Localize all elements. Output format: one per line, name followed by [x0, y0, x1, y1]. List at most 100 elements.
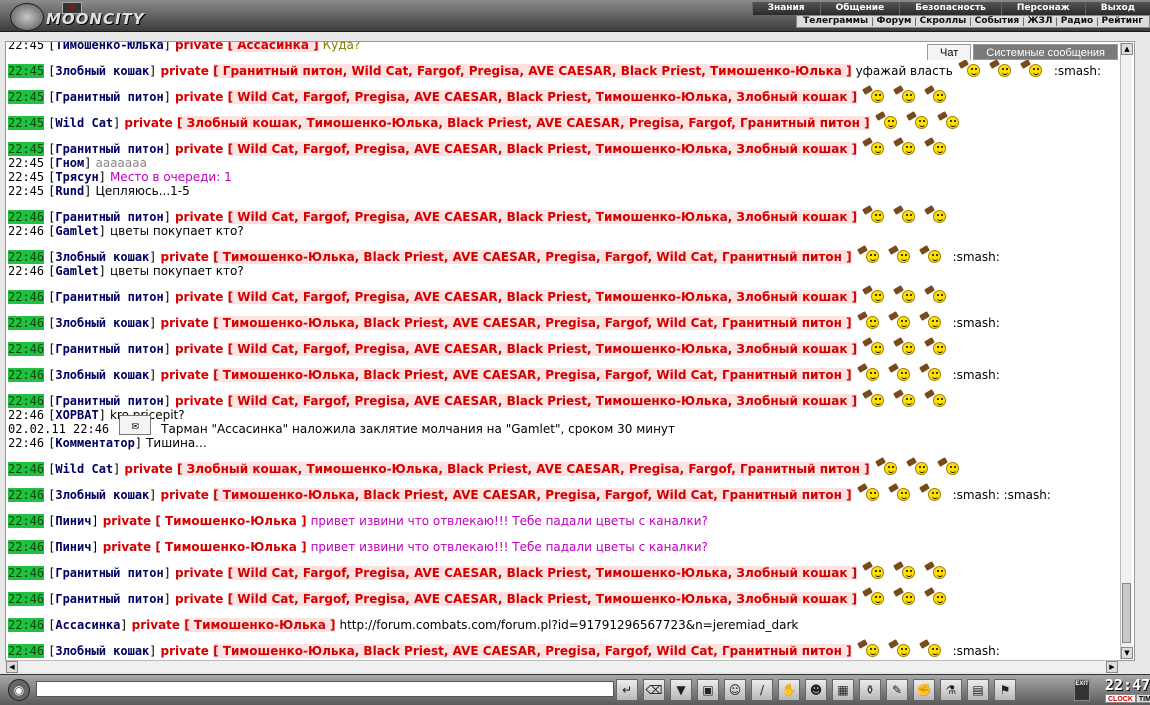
private-recipients[interactable]: private [ Wild Cat, Fargof, Pregisa, AVE… [175, 566, 858, 580]
message-author[interactable]: Гранитный питон [55, 142, 163, 156]
menu-item-4[interactable]: Выход [1084, 2, 1150, 15]
gallery-icon[interactable]: ▦ [832, 679, 854, 701]
message-author[interactable]: Гранитный питон [55, 342, 163, 356]
private-recipients[interactable]: private [ Wild Cat, Fargof, Pregisa, AVE… [175, 142, 858, 156]
submenu-item-6[interactable]: Рейтинг [1102, 16, 1143, 27]
message-timestamp[interactable]: 22:46 [8, 224, 44, 238]
exit-button[interactable]: EXIT [1074, 679, 1090, 701]
private-recipients[interactable]: private [ Тимошенко-Юлька ] [103, 540, 307, 554]
message-timestamp[interactable]: 22:46 [8, 592, 45, 606]
message-author[interactable]: Трясун [55, 170, 98, 184]
private-recipients[interactable]: private [ Тимошенко-Юлька, Black Priest,… [161, 250, 852, 264]
potion-icon[interactable]: ⚗ [940, 679, 962, 701]
message-timestamp[interactable]: 22:46 [8, 368, 45, 382]
message-timestamp[interactable]: 22:45 [8, 156, 44, 170]
message-author[interactable]: Комментатор [55, 436, 134, 450]
message-author[interactable]: Gamlet [55, 224, 98, 238]
submenu-item-1[interactable]: Форум [877, 16, 912, 27]
private-recipients[interactable]: private [ Гранитный питон, Wild Cat, Far… [161, 64, 852, 78]
message-timestamp[interactable]: 22:45 [8, 64, 45, 78]
scroll-icon[interactable]: ✎ [886, 679, 908, 701]
private-recipients[interactable]: private [ Wild Cat, Fargof, Pregisa, AVE… [175, 342, 858, 356]
private-recipients[interactable]: private [ Wild Cat, Fargof, Pregisa, AVE… [175, 394, 858, 408]
message-author[interactable]: Пинич [55, 514, 91, 528]
message-author[interactable]: Гранитный питон [55, 566, 163, 580]
message-author[interactable]: Wild Cat [55, 462, 113, 476]
submenu-item-0[interactable]: Телеграммы [803, 16, 868, 27]
send-icon[interactable]: ↵ [616, 679, 638, 701]
filter-icon[interactable]: ▼ [670, 679, 692, 701]
message-timestamp[interactable]: 22:45 [8, 42, 44, 52]
message-timestamp[interactable]: 22:46 [8, 618, 45, 632]
private-recipients[interactable]: private [ Тимошенко-Юлька ] [103, 514, 307, 528]
private-recipients[interactable]: private [ Wild Cat, Fargof, Pregisa, AVE… [175, 592, 858, 606]
message-timestamp[interactable]: 22:46 [8, 462, 45, 476]
message-author[interactable]: Gamlet [55, 264, 98, 278]
message-timestamp[interactable]: 22:45 [8, 116, 45, 130]
message-timestamp[interactable]: 22:46 [8, 210, 45, 224]
flag-icon[interactable]: ⚑ [994, 679, 1016, 701]
message-author[interactable]: Пинич [55, 540, 91, 554]
message-author[interactable]: Гранитный питон [55, 290, 163, 304]
private-recipients[interactable]: private [ Злобный кошак, Тимошенко-Юлька… [124, 462, 870, 476]
slash-icon[interactable]: / [751, 679, 773, 701]
message-timestamp[interactable]: 22:45 [8, 170, 44, 184]
submenu-item-4[interactable]: ЖЗЛ [1028, 16, 1053, 27]
message-timestamp[interactable]: 22:46 [8, 566, 45, 580]
save-icon[interactable]: ▣ [697, 679, 719, 701]
message-timestamp[interactable]: 22:46 [8, 488, 45, 502]
message-timestamp[interactable]: 22:46 [8, 644, 45, 658]
message-timestamp[interactable]: 22:46 [8, 436, 44, 450]
fist-icon[interactable]: ✊ [913, 679, 935, 701]
vertical-scrollbar[interactable]: ▲ ▼ [1120, 43, 1133, 659]
private-recipients[interactable]: private [ Тимошенко-Юлька, Black Priest,… [161, 488, 852, 502]
message-timestamp[interactable]: 22:46 [8, 316, 45, 330]
box-icon[interactable]: ▤ [967, 679, 989, 701]
message-timestamp[interactable]: 22:45 [8, 184, 44, 198]
submenu-item-3[interactable]: События [975, 16, 1020, 27]
chat-mode-icon[interactable]: ◉ [8, 679, 30, 701]
scroll-thumb[interactable] [1122, 583, 1131, 643]
menu-item-2[interactable]: Безопасность [899, 2, 1001, 15]
menu-item-0[interactable]: Знания [751, 2, 820, 15]
private-recipients[interactable]: private [ Wild Cat, Fargof, Pregisa, AVE… [175, 90, 858, 104]
message-timestamp[interactable]: 22:45 [8, 90, 45, 104]
message-timestamp[interactable]: 22:45 [8, 142, 45, 156]
message-author[interactable]: Гном [55, 156, 84, 170]
smiley-icon[interactable]: ☻ [805, 679, 827, 701]
message-author[interactable]: Злобный кошак [55, 316, 149, 330]
hand-icon[interactable]: ✋ [778, 679, 800, 701]
private-recipients[interactable]: private [ Тимошенко-Юлька, Black Priest,… [161, 316, 852, 330]
scroll-up-icon[interactable]: ▲ [1121, 43, 1133, 55]
message-timestamp[interactable]: 22:46 [8, 250, 45, 264]
message-author[interactable]: Гранитный питон [55, 394, 163, 408]
tab-system-messages[interactable]: Системные сообщения [973, 44, 1118, 60]
message-timestamp[interactable]: 22:46 [8, 394, 45, 408]
bottle-icon[interactable]: ⚱ [859, 679, 881, 701]
private-recipients[interactable]: private [ Злобный кошак, Тимошенко-Юлька… [124, 116, 870, 130]
menu-item-1[interactable]: Общение [819, 2, 900, 15]
message-timestamp[interactable]: 22:46 [8, 342, 45, 356]
tab-chat[interactable]: Чат [927, 44, 972, 60]
chat-input[interactable] [36, 681, 614, 697]
message-timestamp[interactable]: 22:46 [8, 408, 44, 422]
message-author[interactable]: Злобный кошак [55, 644, 149, 658]
message-author[interactable]: Гранитный питон [55, 90, 163, 104]
message-author[interactable]: Гранитный питон [55, 592, 163, 606]
message-timestamp[interactable]: 02.02.11 22:46 [8, 422, 109, 436]
submenu-item-5[interactable]: Радио [1061, 16, 1093, 27]
timer-label[interactable]: TIMER [1135, 694, 1150, 703]
menu-item-3[interactable]: Персонаж [1000, 2, 1085, 15]
message-author[interactable]: Ассасинка [55, 618, 120, 632]
scroll-right-icon[interactable]: ▶ [1106, 661, 1118, 673]
message-author[interactable]: Wild Cat [55, 116, 113, 130]
message-timestamp[interactable]: 22:46 [8, 540, 45, 554]
message-timestamp[interactable]: 22:46 [8, 264, 44, 278]
private-recipients[interactable]: private [ Wild Cat, Fargof, Pregisa, AVE… [175, 290, 858, 304]
message-author[interactable]: Злобный кошак [55, 488, 149, 502]
scroll-down-icon[interactable]: ▼ [1121, 647, 1133, 659]
message-author[interactable]: Злобный кошак [55, 368, 149, 382]
message-author[interactable]: Rund [55, 184, 84, 198]
message-timestamp[interactable]: 22:46 [8, 290, 45, 304]
scroll-left-icon[interactable]: ◀ [6, 661, 18, 673]
